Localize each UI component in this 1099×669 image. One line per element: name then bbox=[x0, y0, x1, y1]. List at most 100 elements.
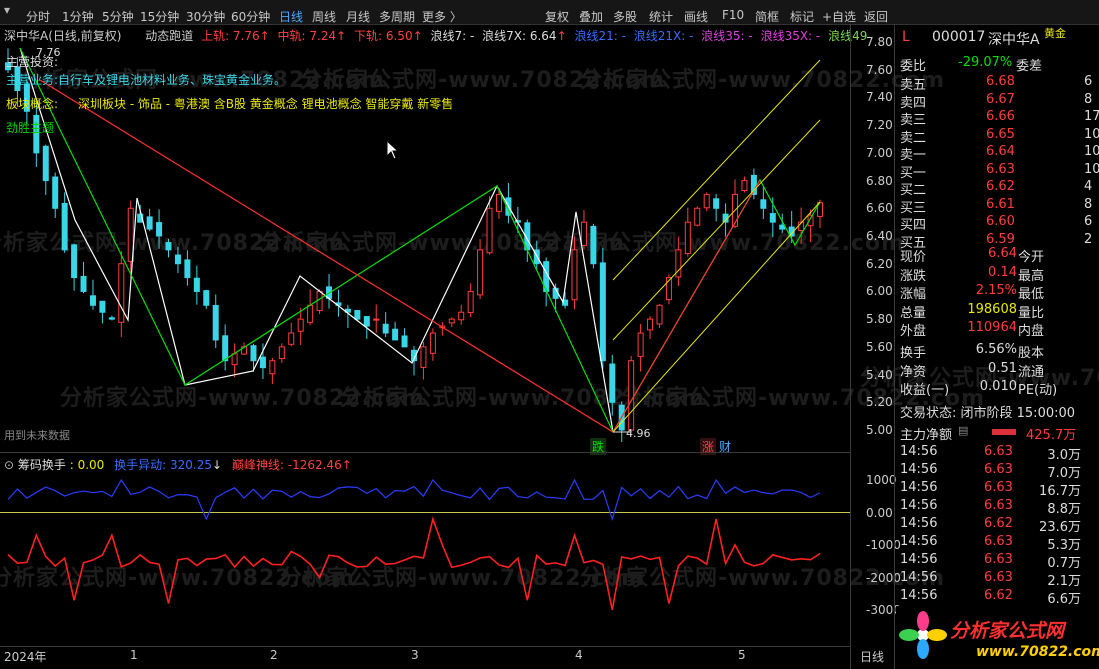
candle bbox=[429, 328, 436, 361]
tick-time: 14:56 bbox=[900, 516, 938, 531]
toolbar-action-7[interactable]: 标记 bbox=[790, 8, 814, 25]
tick-time: 14:56 bbox=[900, 570, 938, 585]
toolbar-action-2[interactable]: 多股 bbox=[613, 8, 637, 25]
order-price: 6.59 bbox=[986, 231, 1015, 247]
tick-volume: 7.0万 bbox=[1047, 466, 1081, 481]
upper-channel-line bbox=[612, 59, 821, 281]
chart-settings-icon[interactable]: ▾ bbox=[4, 3, 10, 17]
stat-label-2: 内盘 bbox=[1018, 324, 1045, 339]
order-level-label: 卖三 bbox=[900, 113, 927, 128]
stat-label: 总量 bbox=[900, 305, 927, 321]
candle bbox=[118, 250, 125, 337]
candle bbox=[420, 342, 427, 380]
price-tick: 5.00 bbox=[866, 423, 893, 437]
order-book-row[interactable]: 卖四 6.67 8 bbox=[896, 91, 1099, 111]
tick-time: 14:56 bbox=[900, 552, 938, 567]
tick-price: 6.62 bbox=[984, 516, 1013, 531]
candle bbox=[99, 300, 106, 324]
indicator-chart[interactable] bbox=[0, 470, 850, 646]
tick-row: 14:56 6.63 5.3万 bbox=[896, 534, 1099, 553]
period-tab-2[interactable]: 5分钟 bbox=[102, 8, 134, 25]
candle bbox=[637, 324, 644, 372]
tick-row: 14:56 6.63 8.8万 bbox=[896, 498, 1099, 517]
logo-title: 分析家公式网 bbox=[950, 620, 1065, 642]
price-tick: 7.80 bbox=[866, 35, 893, 49]
stat-row: 净资 0.51 流通 bbox=[896, 361, 1099, 380]
order-price: 6.62 bbox=[986, 179, 1015, 194]
quote-panel: L 000017 深中华A 黄金 委比 -29.07% 委差 卖五 6.68 6 卖四… bbox=[896, 24, 1099, 669]
date-tick: 2 bbox=[270, 648, 278, 662]
candle bbox=[628, 356, 635, 433]
order-price: 6.67 bbox=[986, 91, 1015, 107]
order-book-row[interactable]: 买二 6.62 4 bbox=[896, 179, 1099, 198]
order-book-row[interactable]: 买三 6.61 8 bbox=[896, 196, 1099, 216]
toolbar-action-9[interactable]: 返回 bbox=[864, 8, 888, 25]
stat-row: 外盘 110964 内盘 bbox=[896, 320, 1099, 339]
stat-label: 净资 bbox=[900, 364, 927, 380]
future-data-note: 用到未来数据 bbox=[4, 429, 70, 442]
candle bbox=[203, 289, 210, 309]
candle bbox=[335, 289, 342, 317]
period-tab-1[interactable]: 1分钟 bbox=[62, 8, 94, 25]
stat-value: 0.010 bbox=[979, 379, 1017, 394]
toolbar-action-5[interactable]: F10 bbox=[722, 8, 744, 22]
toolbar-action-4[interactable]: 画线 bbox=[684, 8, 708, 25]
stat-label-2: 量比 bbox=[1018, 305, 1045, 321]
toolbar-action-8[interactable]: +自选 bbox=[822, 8, 856, 25]
tick-price: 6.62 bbox=[984, 588, 1013, 603]
order-book-row[interactable]: 卖三 6.66 17 bbox=[896, 109, 1099, 128]
candle bbox=[477, 239, 484, 300]
period-tab-4[interactable]: 30分钟 bbox=[186, 8, 225, 25]
order-price: 6.68 bbox=[986, 74, 1015, 89]
period-tab-5[interactable]: 60分钟 bbox=[231, 8, 270, 25]
period-tab-9[interactable]: 多周期 bbox=[379, 8, 415, 25]
candle bbox=[297, 307, 304, 346]
toolbar-action-3[interactable]: 统计 bbox=[649, 8, 673, 25]
candle bbox=[713, 194, 720, 222]
price-tick: 6.20 bbox=[866, 256, 893, 271]
tick-price: 6.63 bbox=[984, 570, 1013, 585]
order-price: 6.63 bbox=[986, 161, 1015, 177]
candle bbox=[448, 317, 455, 328]
period-tab-8[interactable]: 月线 bbox=[346, 8, 370, 25]
order-price: 6.65 bbox=[986, 126, 1015, 142]
tick-row: 14:56 6.62 6.6万 bbox=[896, 588, 1099, 607]
price-tick: 6.80 bbox=[866, 173, 893, 188]
candle bbox=[684, 207, 691, 257]
netflow-label[interactable]: 主力净额 bbox=[900, 424, 952, 443]
order-level-label: 买三 bbox=[900, 200, 927, 216]
tick-volume: 8.8万 bbox=[1047, 502, 1081, 517]
order-book-row[interactable]: 买一 6.63 10 bbox=[896, 161, 1099, 181]
candle bbox=[675, 236, 682, 286]
stat-label-2: 今开 bbox=[1018, 250, 1045, 265]
candle bbox=[156, 209, 163, 249]
order-book-row[interactable]: 买四 6.60 6 bbox=[896, 214, 1099, 233]
candle bbox=[647, 316, 654, 339]
pinwheel-logo-icon bbox=[899, 611, 947, 659]
period-tab-7[interactable]: 周线 bbox=[312, 8, 336, 25]
period-tab-0[interactable]: 分时 bbox=[26, 8, 50, 25]
order-volume: 6 bbox=[1084, 74, 1093, 89]
order-level-label: 买一 bbox=[900, 165, 927, 181]
order-book-row[interactable]: 卖二 6.65 10 bbox=[896, 126, 1099, 146]
toolbar-action-0[interactable]: 复权 bbox=[545, 8, 569, 25]
candle bbox=[392, 321, 399, 341]
toolbar-action-6[interactable]: 简框 bbox=[755, 8, 779, 25]
order-book-row[interactable]: 卖五 6.68 6 bbox=[896, 74, 1099, 93]
period-tab-10[interactable]: 更多 〉 bbox=[422, 8, 462, 25]
period-tab-6[interactable]: 日线 bbox=[279, 8, 303, 25]
order-volume: 8 bbox=[1084, 196, 1093, 212]
period-tab-3[interactable]: 15分钟 bbox=[140, 8, 179, 25]
stat-label-2: 流通 bbox=[1018, 364, 1045, 380]
order-book-row[interactable]: 卖一 6.64 10 bbox=[896, 144, 1099, 163]
stat-label-2: 股本 bbox=[1018, 346, 1045, 361]
candle bbox=[344, 305, 351, 329]
tick-row: 14:56 6.63 16.7万 bbox=[896, 480, 1099, 499]
stock-tag: 黄金 bbox=[1044, 27, 1066, 40]
period-axis-label[interactable]: 日线 bbox=[860, 648, 884, 665]
netflow-detail-icon[interactable]: ▤ bbox=[958, 424, 968, 437]
site-logo: 分析家公式网 www.70822.com bbox=[896, 606, 1099, 669]
indicator-tick: 0.00 bbox=[866, 505, 893, 520]
toolbar-action-1[interactable]: 叠加 bbox=[579, 8, 603, 25]
candle bbox=[52, 172, 59, 218]
